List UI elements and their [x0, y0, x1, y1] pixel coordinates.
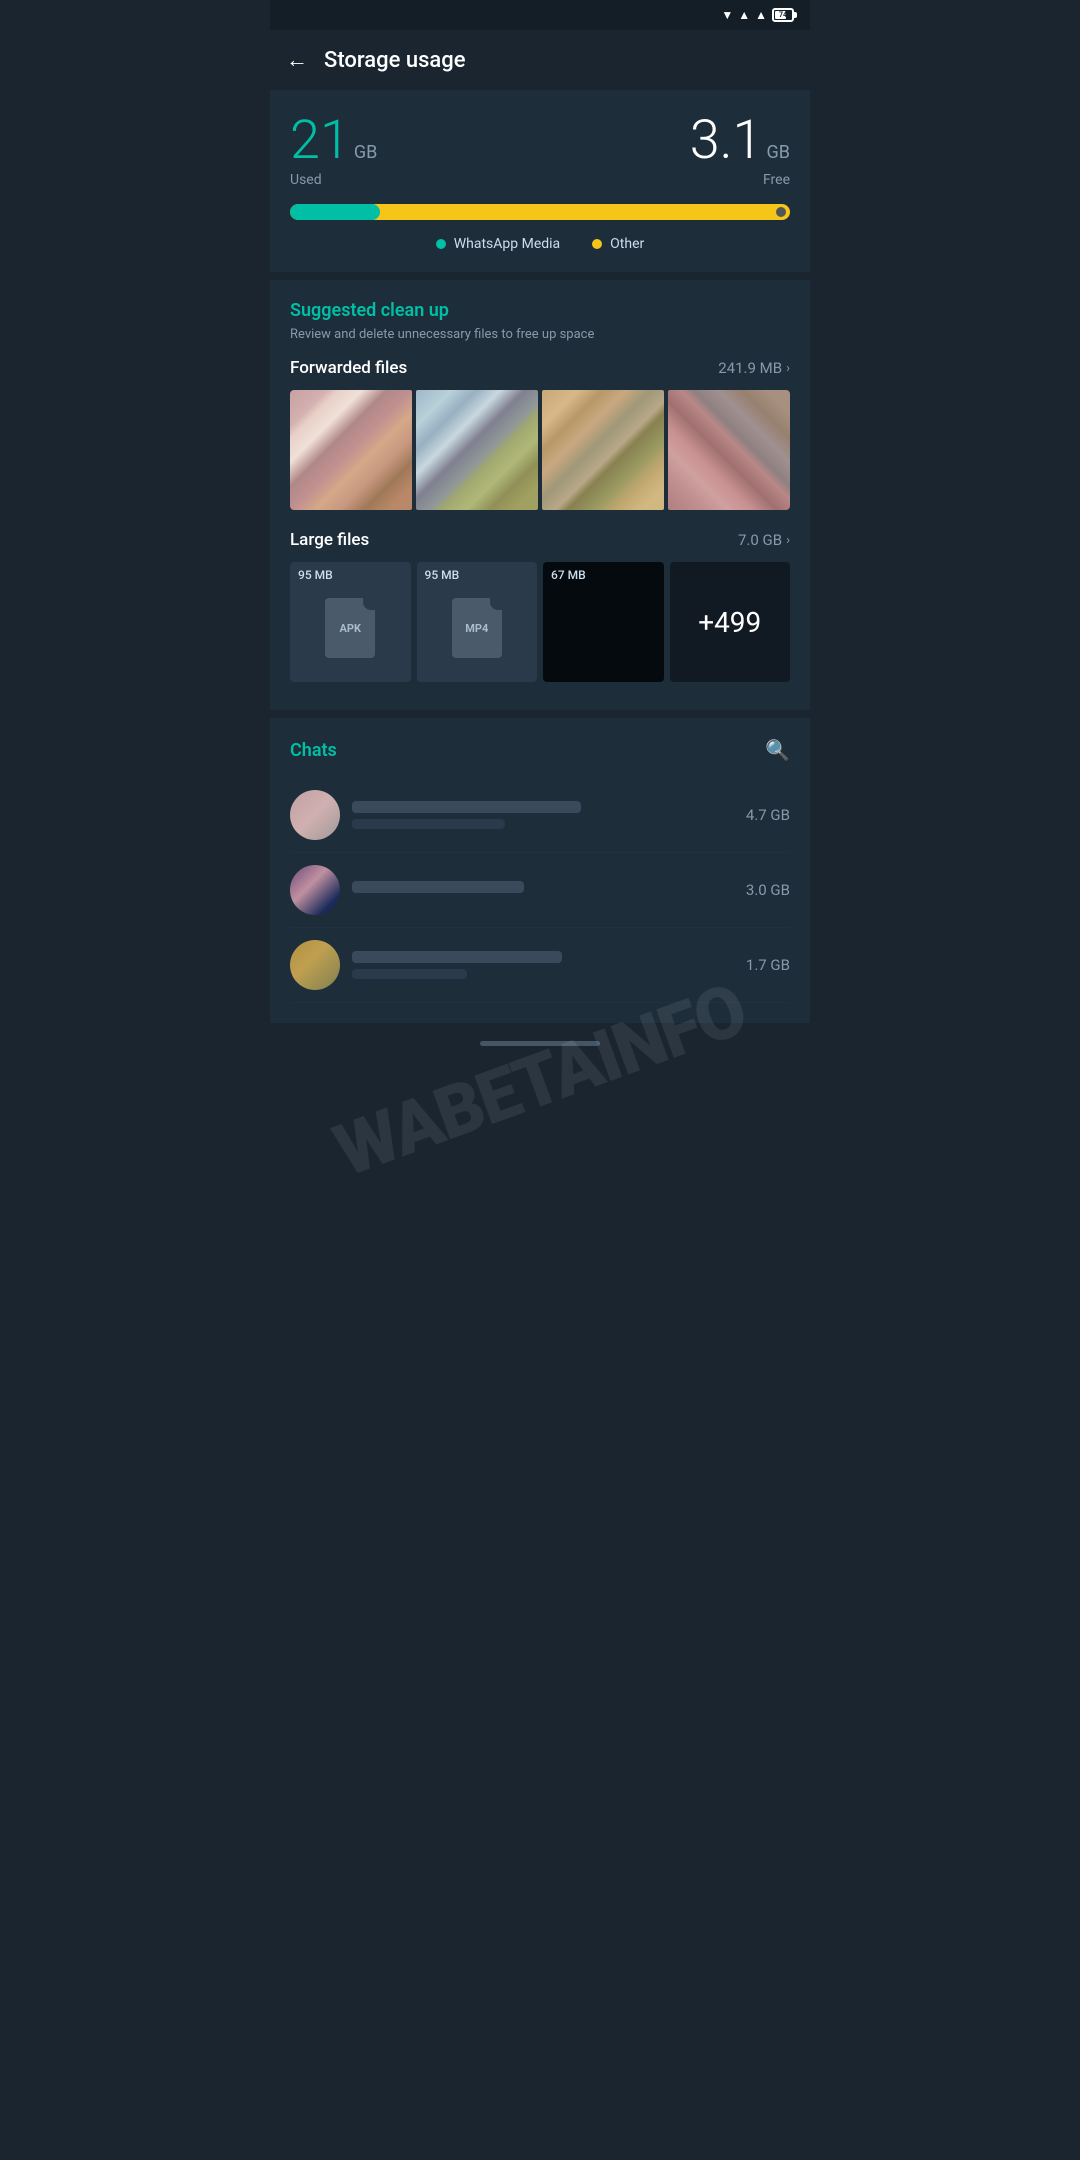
free-unit: GB — [767, 142, 790, 163]
status-bar: ▼ ▲ ▲ 74 — [270, 0, 810, 30]
storage-numbers: 21 GB Used 3.1 GB Free — [290, 114, 790, 188]
large-files-size: 7.0 GB › — [738, 531, 790, 549]
chat-item-1[interactable]: 4.7 GB — [290, 778, 790, 853]
free-number: 3.1 — [690, 114, 763, 168]
chat-size-1: 4.7 GB — [746, 806, 790, 824]
whatsapp-label: WhatsApp Media — [454, 236, 560, 252]
forwarded-thumbnails[interactable] — [290, 390, 790, 510]
legend-whatsapp: WhatsApp Media — [436, 236, 560, 252]
used-unit: GB — [354, 142, 377, 163]
progress-end-dot — [776, 207, 786, 217]
signal2-icon: ▲ — [755, 8, 767, 22]
thumb-4 — [668, 390, 790, 510]
cleanup-title: Suggested clean up — [290, 300, 790, 321]
chat-name-bar-3 — [352, 951, 562, 963]
chat-info-3 — [352, 951, 734, 979]
storage-progress-bar — [290, 204, 790, 220]
chats-header: Chats 🔍 — [290, 738, 790, 762]
progress-whatsapp — [290, 204, 380, 220]
whatsapp-dot — [436, 239, 446, 249]
storage-legend: WhatsApp Media Other — [290, 236, 790, 252]
file-thumb-unknown[interactable]: 67 MB — [543, 562, 664, 682]
free-label: Free — [690, 172, 790, 188]
chat-avatar-2 — [290, 865, 340, 915]
search-icon[interactable]: 🔍 — [765, 738, 790, 762]
apk-icon: APK — [325, 598, 375, 658]
forwarded-chevron: › — [786, 361, 790, 376]
used-label: Used — [290, 172, 377, 188]
file-thumb-more[interactable]: +499 — [670, 562, 791, 682]
mp4-icon: MP4 — [452, 598, 502, 658]
chat-name-bar-1 — [352, 801, 581, 813]
bottom-handle — [480, 1041, 600, 1046]
forwarded-files-header[interactable]: Forwarded files 241.9 MB › — [290, 358, 790, 378]
legend-other: Other — [592, 236, 644, 252]
chat-avatar-3 — [290, 940, 340, 990]
large-files-section: Large files 7.0 GB › 95 MB APK 95 MB MP4 — [290, 530, 790, 682]
chats-section: Chats 🔍 4.7 GB 3.0 GB 1.7 GB — [270, 718, 810, 1023]
back-button[interactable]: ← — [286, 47, 308, 73]
forwarded-files-label: Forwarded files — [290, 358, 407, 378]
signal-icon: ▲ — [738, 8, 750, 22]
large-files-grid: 95 MB APK 95 MB MP4 67 MB +499 — [290, 562, 790, 682]
large-files-label: Large files — [290, 530, 369, 550]
page-title: Storage usage — [324, 48, 466, 73]
other-dot — [592, 239, 602, 249]
large-files-chevron: › — [786, 533, 790, 548]
other-label: Other — [610, 236, 644, 252]
wifi-icon: ▼ — [721, 8, 733, 22]
chat-sub-bar-1 — [352, 819, 505, 829]
chat-sub-bar-3 — [352, 969, 467, 979]
battery-icon: 74 — [772, 8, 794, 22]
used-number: 21 — [290, 114, 350, 168]
chat-info-1 — [352, 801, 734, 829]
file-thumb-mp4[interactable]: 95 MB MP4 — [417, 562, 538, 682]
chats-label: Chats — [290, 740, 337, 761]
chat-size-3: 1.7 GB — [746, 956, 790, 974]
chat-info-2 — [352, 881, 734, 899]
large-files-header[interactable]: Large files 7.0 GB › — [290, 530, 790, 550]
cleanup-section: Suggested clean up Review and delete unn… — [270, 280, 810, 710]
forwarded-files-size: 241.9 MB › — [718, 359, 790, 377]
chat-name-bar-2 — [352, 881, 524, 893]
storage-used: 21 GB Used — [290, 114, 377, 188]
chat-avatar-1 — [290, 790, 340, 840]
chat-item-3[interactable]: 1.7 GB — [290, 928, 790, 1003]
cleanup-subtitle: Review and delete unnecessary files to f… — [290, 327, 790, 342]
chat-size-2: 3.0 GB — [746, 881, 790, 899]
file-thumb-apk[interactable]: 95 MB APK — [290, 562, 411, 682]
status-icons: ▼ ▲ ▲ 74 — [721, 8, 794, 22]
thumb-2 — [416, 390, 538, 510]
thumb-1 — [290, 390, 412, 510]
storage-free: 3.1 GB Free — [690, 114, 790, 188]
thumb-3 — [542, 390, 664, 510]
storage-section: 21 GB Used 3.1 GB Free WhatsApp Media Ot… — [270, 90, 810, 272]
chat-item-2[interactable]: 3.0 GB — [290, 853, 790, 928]
top-bar: ← Storage usage — [270, 30, 810, 90]
